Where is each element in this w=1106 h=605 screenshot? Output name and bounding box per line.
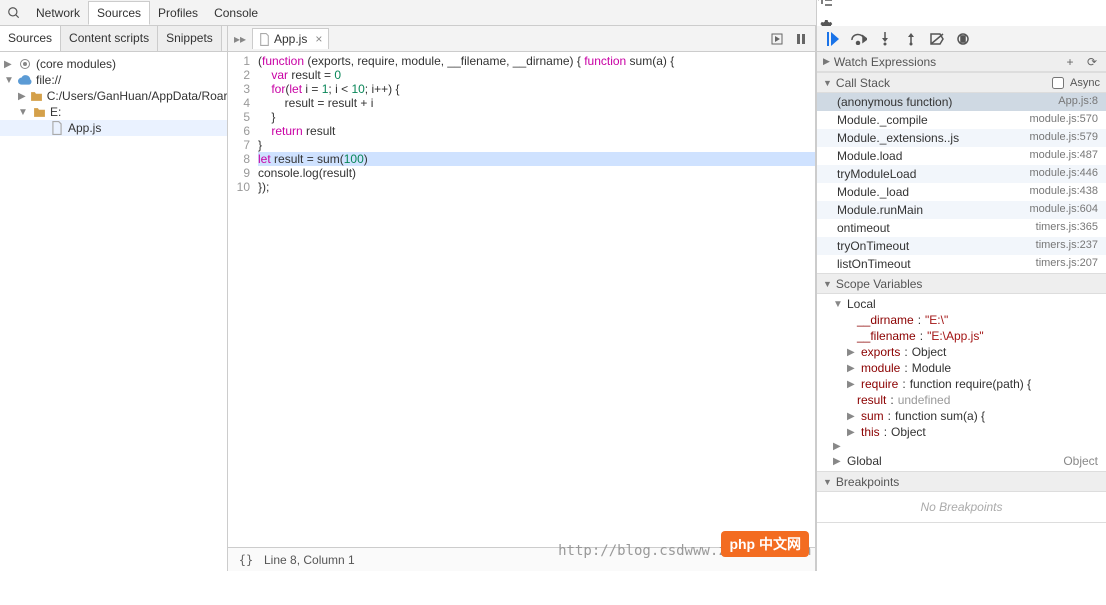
refresh-icon[interactable]: ⟳ [1084, 54, 1100, 70]
stack-frame[interactable]: tryOnTimeouttimers.js:237 [817, 237, 1106, 255]
watch-section: ▶Watch Expressions +⟳ [817, 52, 1106, 73]
scope-section: ▼Scope Variables ▼Local __dirname: "E:\"… [817, 274, 1106, 472]
stack-frame[interactable]: listOnTimeouttimers.js:207 [817, 255, 1106, 273]
stack-frame[interactable]: Module._loadmodule.js:438 [817, 183, 1106, 201]
code-editor[interactable]: 12345678910 (function (exports, require,… [228, 52, 815, 547]
scope-var[interactable]: __filename: "E:\App.js" [817, 328, 1106, 344]
code-content: (function (exports, require, module, __f… [256, 52, 815, 547]
add-icon[interactable]: + [1062, 54, 1078, 70]
tree-label: file:// [36, 73, 61, 87]
editor-panel: ▸▸ App.js × 12345678910 (function (expor… [228, 26, 816, 571]
navigator-panel: Sources Content scripts Snippets ▶ (core… [0, 26, 228, 571]
callstack-header[interactable]: ▼Call Stack Async [817, 73, 1106, 93]
step-out-icon[interactable] [903, 31, 919, 47]
callstack-section: ▼Call Stack Async (anonymous function)Ap… [817, 73, 1106, 274]
jsfile-icon [259, 33, 270, 46]
navtab-snippets[interactable]: Snippets [158, 26, 222, 51]
stack-frame[interactable]: Module.runMainmodule.js:604 [817, 201, 1106, 219]
cursor-position: Line 8, Column 1 [264, 553, 355, 567]
brand-badge: php 中文网 [721, 531, 809, 557]
devtools-top-toolbar: Network Sources Profiles Console [0, 0, 1106, 26]
tab-console[interactable]: Console [206, 2, 266, 24]
stack-frame[interactable]: Module.loadmodule.js:487 [817, 147, 1106, 165]
navigator-tabs: Sources Content scripts Snippets [0, 26, 227, 52]
tab-network[interactable]: Network [28, 2, 88, 24]
tree-item-folder[interactable]: ▼ E: [0, 104, 227, 120]
jsfile-icon [50, 121, 64, 135]
chevron-icon[interactable]: ▸▸ [232, 31, 248, 47]
scope-var[interactable]: ▶sum: function sum(a) { [817, 408, 1106, 424]
breakpoints-section: ▼Breakpoints No Breakpoints [817, 472, 1106, 523]
pause-exceptions-icon[interactable] [955, 31, 971, 47]
stack-frame[interactable]: Module._compilemodule.js:570 [817, 111, 1106, 129]
scope-body: ▼Local __dirname: "E:\" __filename: "E:\… [817, 294, 1106, 471]
scope-var[interactable]: result: undefined [817, 392, 1106, 408]
stack-frame[interactable]: ontimeouttimers.js:365 [817, 219, 1106, 237]
tree-item-folder[interactable]: ▶ C:/Users/GanHuan/AppData/Roar [0, 88, 227, 104]
scope-var[interactable]: ▶module: Module [817, 360, 1106, 376]
close-icon[interactable]: × [315, 32, 322, 46]
file-tab-bar: ▸▸ App.js × [228, 26, 815, 52]
stack-frame[interactable]: (anonymous function)App.js:8 [817, 93, 1106, 111]
tab-profiles[interactable]: Profiles [150, 2, 206, 24]
scope-header[interactable]: ▼Scope Variables [817, 274, 1106, 294]
file-tab[interactable]: App.js × [252, 28, 329, 49]
tree-label: E: [50, 105, 61, 119]
file-tab-name: App.js [274, 32, 307, 46]
tree-item-core[interactable]: ▶ (core modules) [0, 56, 227, 72]
debugger-toolbar [817, 26, 1106, 52]
folder-icon [30, 91, 43, 102]
navtab-content-scripts[interactable]: Content scripts [61, 26, 158, 51]
line-gutter: 12345678910 [228, 52, 256, 547]
drawer-icon[interactable] [817, 0, 833, 8]
scope-local[interactable]: ▼Local [817, 296, 1106, 312]
step-into-icon[interactable] [877, 31, 893, 47]
tree-label: (core modules) [36, 57, 116, 71]
tab-sources[interactable]: Sources [88, 1, 150, 25]
cloud-icon [18, 75, 32, 85]
navtab-sources[interactable]: Sources [0, 26, 61, 51]
play-icon[interactable] [769, 31, 785, 47]
breakpoints-header[interactable]: ▼Breakpoints [817, 472, 1106, 492]
tree-label: C:/Users/GanHuan/AppData/Roar [47, 89, 227, 103]
folder-icon [32, 107, 46, 118]
tree-item-file[interactable]: App.js [0, 120, 227, 136]
tree-item-file[interactable]: ▼ file:// [0, 72, 227, 88]
scope-var[interactable]: ▶this: Object [817, 424, 1106, 440]
scope-var[interactable]: ▶require: function require(path) { [817, 376, 1106, 392]
step-over-icon[interactable] [851, 31, 867, 47]
search-icon[interactable] [0, 6, 28, 20]
async-checkbox[interactable] [1052, 77, 1064, 89]
stack-frame[interactable]: Module._extensions..jsmodule.js:579 [817, 129, 1106, 147]
scope-global[interactable]: ▶GlobalObject [817, 453, 1106, 469]
scope-var[interactable]: __dirname: "E:\" [817, 312, 1106, 328]
callstack-list: (anonymous function)App.js:8Module._comp… [817, 93, 1106, 273]
pretty-print-icon[interactable]: {} [238, 552, 254, 568]
tree-label: App.js [68, 121, 101, 135]
stack-frame[interactable]: tryModuleLoadmodule.js:446 [817, 165, 1106, 183]
pause-indicator-icon[interactable] [793, 31, 809, 47]
scope-var[interactable]: ▶exports: Object [817, 344, 1106, 360]
debugger-panel: ▶Watch Expressions +⟳ ▼Call Stack Async … [816, 26, 1106, 571]
scope-anon[interactable]: ▶ [817, 440, 1106, 453]
deactivate-bp-icon[interactable] [929, 31, 945, 47]
no-breakpoints-msg: No Breakpoints [817, 492, 1106, 522]
file-tree: ▶ (core modules) ▼ file:// ▶ C:/Users/Ga… [0, 52, 227, 571]
watch-header[interactable]: ▶Watch Expressions +⟳ [817, 52, 1106, 72]
resume-icon[interactable] [825, 31, 841, 47]
